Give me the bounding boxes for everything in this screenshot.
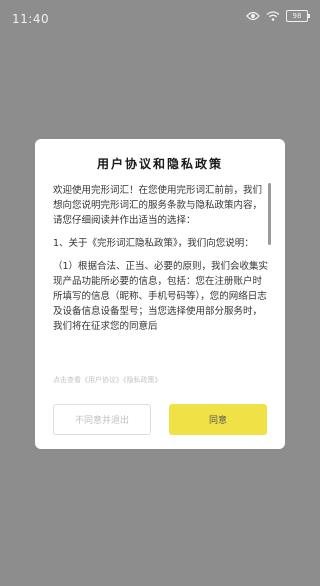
- reject-exit-button[interactable]: 不同意并退出: [53, 404, 151, 435]
- dialog-title: 用户协议和隐私政策: [96, 157, 223, 171]
- wifi-icon: [266, 11, 280, 21]
- status-time: 11:40: [12, 12, 50, 26]
- status-bar: 11:40 98: [0, 0, 320, 36]
- agree-button[interactable]: 同意: [169, 404, 267, 435]
- paragraph-intro: 欢迎使用完形词汇！在您使用完形词汇前前，我们想向您说明完形词汇的服务条款与隐私政…: [53, 185, 263, 226]
- eye-icon: [246, 11, 260, 21]
- status-icons: 98: [246, 10, 310, 22]
- agreement-content[interactable]: 欢迎使用完形词汇！在您使用完形词汇前前，我们想向您说明完形词汇的服务条款与隐私政…: [53, 183, 269, 373]
- scrollbar[interactable]: [268, 183, 271, 245]
- paragraph-section-1-detail: （1）根据合法、正当、必要的原则，我们会收集实现产品功能所必要的信息，包括：您在…: [53, 261, 269, 332]
- privacy-dialog: 用户协议和隐私政策 欢迎使用完形词汇！在您使用完形词汇前前，我们想向您说明完形词…: [35, 139, 285, 449]
- paragraph-section-1: 1、关于《完形词汇隐私政策》，我们向您说明：: [53, 238, 254, 249]
- battery-icon: 98: [286, 10, 310, 22]
- policy-links[interactable]: 点击查看《用户协议》《隐私政策》: [53, 375, 162, 385]
